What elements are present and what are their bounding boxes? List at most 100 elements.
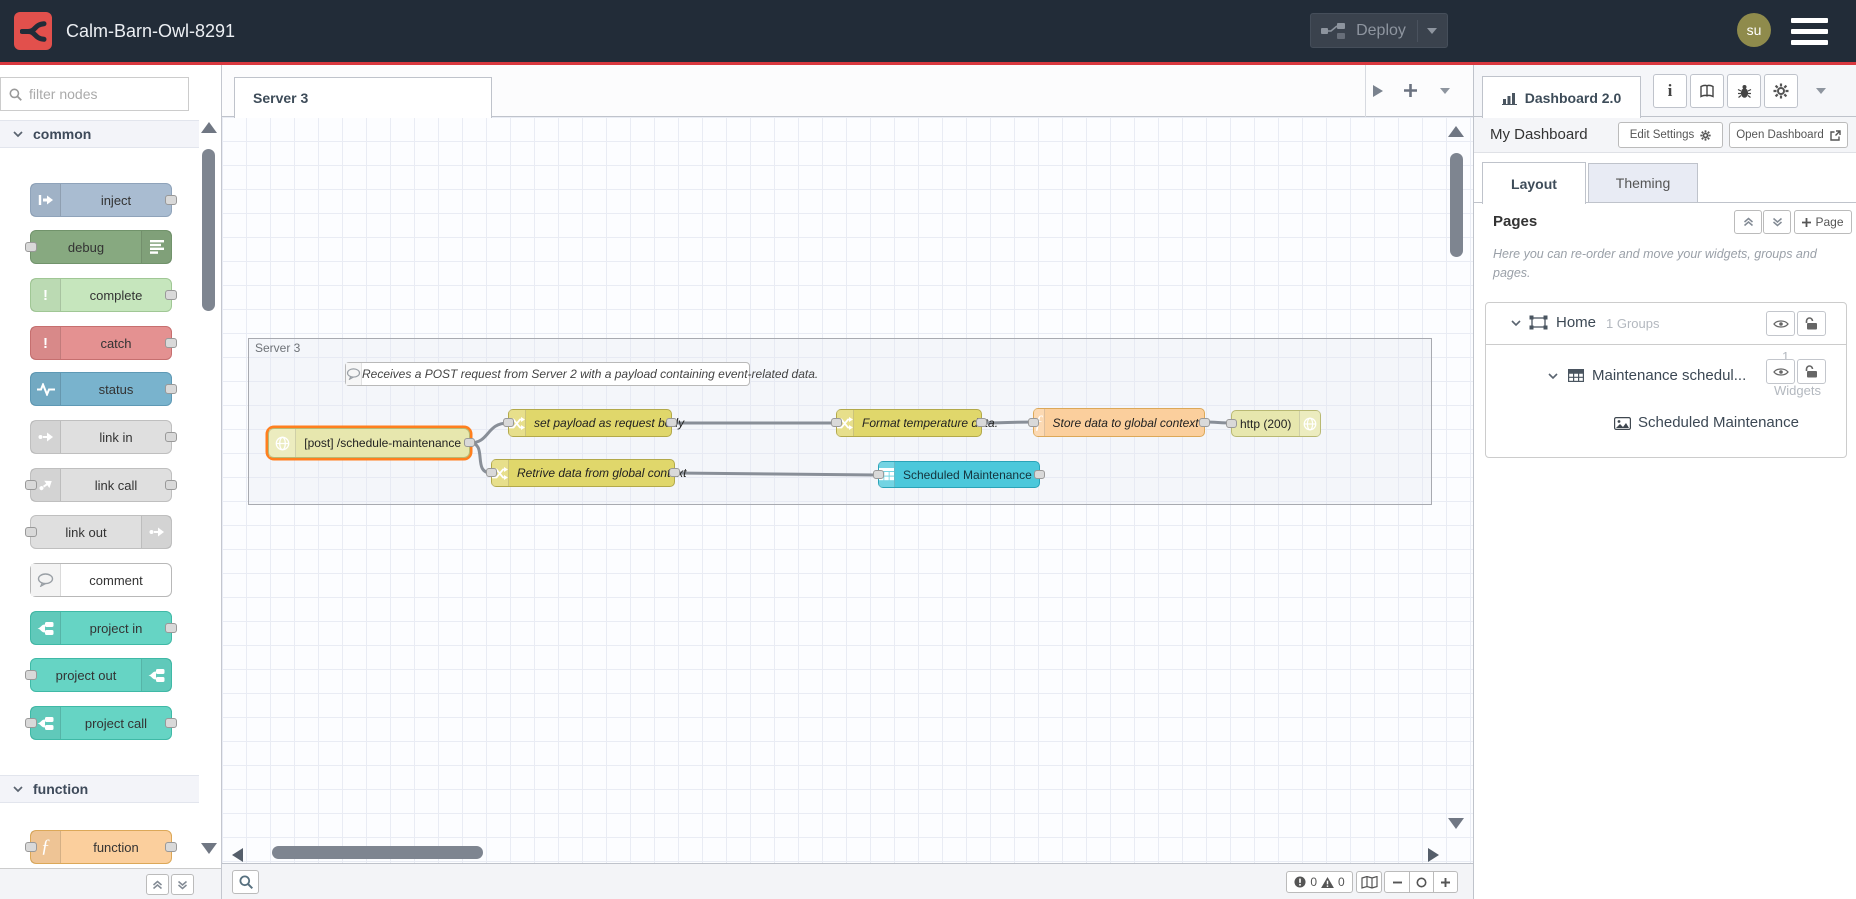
node-port xyxy=(25,718,37,728)
deploy-button-label: Deploy xyxy=(1356,21,1406,39)
node-port[interactable] xyxy=(464,438,475,447)
flow-node-label: Scheduled Maintenance xyxy=(903,467,1032,482)
pages-help-text: Here you can re-order and move your widg… xyxy=(1493,247,1817,281)
palette-node-link-in[interactable]: link in xyxy=(30,420,177,454)
palette-filter-input[interactable] xyxy=(29,86,159,102)
palette-node-status[interactable]: status xyxy=(30,372,177,406)
move-page-up-button[interactable] xyxy=(1734,210,1762,234)
palette-expand-all-button[interactable] xyxy=(171,874,194,895)
palette-node-debug[interactable]: debug xyxy=(25,230,172,264)
open-dashboard-label: Open Dashboard xyxy=(1736,129,1824,141)
debug-tab-button[interactable] xyxy=(1727,74,1761,108)
flow-wires xyxy=(468,420,1233,477)
main-menu-button[interactable] xyxy=(1791,18,1828,45)
flow-node-format-temperature[interactable]: Format temperature data. xyxy=(831,409,998,437)
palette-scroll-down[interactable] xyxy=(201,843,217,854)
flow-node-http-response[interactable]: http (200) xyxy=(1226,410,1321,437)
node-port xyxy=(165,718,177,728)
tab-theming[interactable]: Theming xyxy=(1588,163,1698,203)
wire xyxy=(673,471,878,477)
group-visibility-button[interactable] xyxy=(1766,359,1795,384)
node-port[interactable] xyxy=(976,418,987,427)
workspace-canvas[interactable]: Server 3 Server 3 Receives a POST reques… xyxy=(222,65,1473,899)
deploy-button[interactable]: Deploy xyxy=(1310,13,1448,48)
node-port[interactable] xyxy=(1199,417,1210,427)
add-page-button[interactable]: Page xyxy=(1794,210,1852,234)
palette-filter[interactable] xyxy=(0,77,189,111)
flow-node-retrieve-data[interactable]: Retrive data from global context xyxy=(486,459,686,487)
help-tab-button[interactable] xyxy=(1690,74,1724,108)
flow-comment-node[interactable]: Receives a POST request from Server 2 wi… xyxy=(345,362,818,386)
page-lock-button[interactable] xyxy=(1797,311,1826,336)
pages-heading: Pages xyxy=(1493,213,1538,230)
tree-page-name[interactable]: Home xyxy=(1556,314,1596,331)
info-tab-button[interactable]: i xyxy=(1653,74,1687,108)
node-port[interactable] xyxy=(1226,418,1237,428)
node-port[interactable] xyxy=(666,418,677,427)
palette-collapse-all-button[interactable] xyxy=(146,874,169,895)
node-palette: common inject debug ! complete ! catch s… xyxy=(0,65,222,899)
node-port xyxy=(25,480,37,490)
palette-node-comment[interactable]: comment xyxy=(30,563,172,597)
tree-group-count-label: Widgets xyxy=(1774,383,1821,398)
exclamation-icon: ! xyxy=(31,327,61,359)
palette-node-link-out[interactable]: link out xyxy=(25,515,172,549)
node-port xyxy=(165,842,177,852)
double-chevron-down-icon xyxy=(178,880,187,889)
move-page-down-button[interactable] xyxy=(1763,210,1791,234)
chevron-down-icon[interactable] xyxy=(1548,373,1558,380)
node-port[interactable] xyxy=(831,418,842,427)
palette-category-function[interactable]: function xyxy=(0,775,199,803)
palette-node-function[interactable]: ƒ function xyxy=(25,830,177,864)
node-port[interactable] xyxy=(873,469,884,479)
palette-node-project-call[interactable]: project call xyxy=(25,706,177,740)
group-lock-button[interactable] xyxy=(1797,359,1826,384)
open-dashboard-button[interactable]: Open Dashboard xyxy=(1729,122,1848,148)
config-tab-button[interactable] xyxy=(1764,74,1798,108)
palette-node-link-call[interactable]: link call xyxy=(25,468,177,502)
workspace-tab-server3[interactable]: Server 3 xyxy=(234,77,492,118)
flow-node-http-in[interactable]: [post] /schedule-maintenance xyxy=(268,428,475,458)
sidebar-tabs-caret-icon[interactable] xyxy=(1816,88,1826,94)
node-red-logo xyxy=(14,12,52,50)
tab-layout[interactable]: Layout xyxy=(1482,162,1586,204)
page-frame-icon xyxy=(1529,315,1548,330)
chevron-down-icon xyxy=(13,785,23,792)
tab-dashboard-2[interactable]: Dashboard 2.0 xyxy=(1482,76,1641,118)
palette-node-catch[interactable]: ! catch xyxy=(30,326,177,360)
flow-node-set-payload[interactable]: set payload as request body xyxy=(503,409,684,437)
node-port xyxy=(25,670,37,680)
edit-settings-button[interactable]: Edit Settings xyxy=(1618,122,1723,148)
dashboard-subtabs: Layout Theming xyxy=(1474,153,1856,204)
node-port[interactable] xyxy=(669,468,680,477)
palette-scroll-up[interactable] xyxy=(201,122,217,133)
palette-node-project-in[interactable]: project in xyxy=(30,611,177,645)
eye-icon xyxy=(1772,367,1789,376)
page-visibility-button[interactable] xyxy=(1766,311,1795,336)
palette-node-complete[interactable]: ! complete xyxy=(30,278,177,312)
palette-scrollbar-thumb[interactable] xyxy=(202,149,215,311)
plus-icon xyxy=(1802,217,1812,227)
tree-group-name[interactable]: Maintenance schedul... xyxy=(1592,367,1746,384)
flow-node-scheduled-maintenance[interactable]: Scheduled Maintenance xyxy=(873,461,1045,488)
palette-node-project-out[interactable]: project out xyxy=(25,658,172,692)
gear-icon xyxy=(1700,129,1711,141)
palette-node-inject[interactable]: inject xyxy=(30,183,177,217)
deploy-caret-icon[interactable] xyxy=(1427,27,1437,34)
dashboard-title: My Dashboard xyxy=(1490,126,1588,143)
comment-bubble-icon xyxy=(31,564,61,596)
node-port[interactable] xyxy=(503,418,514,427)
palette-category-common[interactable]: common xyxy=(0,120,199,148)
chevron-down-icon[interactable] xyxy=(1511,320,1521,327)
node-port[interactable] xyxy=(1034,469,1045,479)
external-link-icon xyxy=(1830,129,1841,141)
inject-icon xyxy=(31,184,61,216)
user-avatar[interactable]: su xyxy=(1737,13,1771,47)
double-chevron-up-icon xyxy=(1743,217,1753,227)
node-port[interactable] xyxy=(486,468,497,477)
flow-node-store-data[interactable]: ƒ Store data to global context xyxy=(1028,408,1210,437)
comment-bubble-icon xyxy=(346,363,362,385)
node-port[interactable] xyxy=(1028,417,1039,427)
palette-footer xyxy=(0,868,221,899)
tree-widget-name[interactable]: Scheduled Maintenance xyxy=(1638,414,1799,431)
